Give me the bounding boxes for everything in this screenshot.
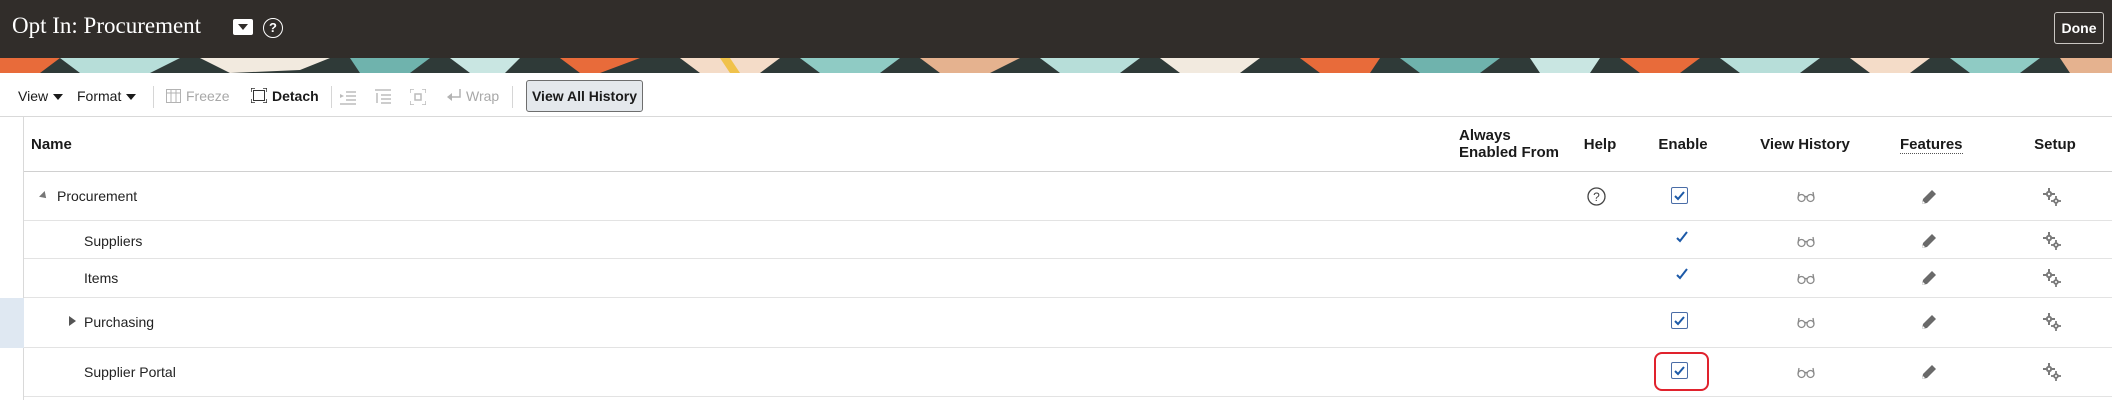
column-header-enable[interactable]: Enable <box>1655 136 1711 153</box>
row-divider <box>24 347 2112 348</box>
row-divider <box>24 220 2112 221</box>
table-toolbar: View Format Freeze Detach Wrap <box>0 80 2112 114</box>
help-icon[interactable]: ? <box>1587 187 1606 210</box>
wrap-label: Wrap <box>466 88 500 104</box>
header-divider <box>24 171 2112 172</box>
row-divider <box>24 396 2112 397</box>
column-header-features[interactable]: Features <box>1900 136 1963 154</box>
done-button[interactable]: Done <box>2054 12 2104 44</box>
edit-pencil-icon[interactable] <box>1920 269 1938 291</box>
view-history-icon[interactable] <box>1797 272 1815 289</box>
opt-in-table: Name Always Enabled From Help Enable Vie… <box>0 116 2112 400</box>
view-history-icon[interactable] <box>1797 316 1815 333</box>
column-header-always-line2: Enabled From <box>1459 144 1560 161</box>
setup-gears-icon[interactable] <box>2043 269 2061 291</box>
row-name: Procurement <box>57 188 138 204</box>
row-name: Supplier Portal <box>84 364 176 380</box>
wrap-button[interactable]: Wrap <box>447 88 499 106</box>
decorative-banner <box>0 58 2112 73</box>
svg-text:?: ? <box>1593 190 1600 204</box>
edit-pencil-icon[interactable] <box>1920 313 1938 335</box>
dropdown-arrow-icon[interactable] <box>233 19 253 35</box>
view-history-icon[interactable] <box>1797 190 1815 207</box>
row-selector-selected[interactable] <box>0 298 24 348</box>
setup-gears-icon[interactable] <box>2043 232 2061 254</box>
edit-pencil-icon[interactable] <box>1920 363 1938 385</box>
column-header-help[interactable]: Help <box>1580 136 1620 153</box>
expand-triangle-icon[interactable] <box>69 316 76 326</box>
enable-checkbox[interactable] <box>1671 312 1688 329</box>
outdent-icon[interactable] <box>375 89 391 109</box>
freeze-button[interactable]: Freeze <box>166 88 230 106</box>
enabled-checkmark-icon <box>1676 267 1688 284</box>
view-menu-label: View <box>18 88 49 104</box>
enabled-checkmark-icon <box>1676 230 1688 247</box>
page-title: Opt In: Procurement <box>12 13 202 38</box>
enable-checkbox[interactable] <box>1671 187 1688 204</box>
edit-pencil-icon[interactable] <box>1920 232 1938 254</box>
setup-gears-icon[interactable] <box>2043 363 2061 385</box>
column-header-always-line1: Always <box>1459 127 1511 144</box>
row-divider <box>24 258 2112 259</box>
row-name: Items <box>84 270 119 286</box>
chevron-down-icon <box>53 94 64 101</box>
column-header-features-label: Features <box>1900 136 1963 154</box>
toolbar-divider <box>331 86 332 108</box>
focus-icon[interactable] <box>409 88 427 109</box>
help-icon[interactable]: ? <box>263 18 283 38</box>
column-header-view-history[interactable]: View History <box>1760 136 1850 153</box>
setup-gears-icon[interactable] <box>2043 188 2061 210</box>
row-name: Suppliers <box>84 233 143 249</box>
view-history-icon[interactable] <box>1797 235 1815 252</box>
freeze-label: Freeze <box>186 88 230 104</box>
column-header-setup[interactable]: Setup <box>2030 136 2080 153</box>
detach-button[interactable]: Detach <box>250 87 319 106</box>
detach-label: Detach <box>272 88 319 104</box>
format-menu-label: Format <box>77 88 122 104</box>
page-header: Opt In: Procurement ? Done <box>0 0 2112 58</box>
column-header-name[interactable]: Name <box>31 136 72 153</box>
view-history-icon[interactable] <box>1797 366 1815 383</box>
setup-gears-icon[interactable] <box>2043 313 2061 335</box>
row-divider <box>24 297 2112 298</box>
toolbar-divider <box>512 86 513 108</box>
view-all-history-button[interactable]: View All History <box>526 80 643 112</box>
indent-icon[interactable] <box>340 89 356 109</box>
chevron-down-icon <box>126 94 137 101</box>
highlight-annotation <box>1654 352 1709 391</box>
column-header-always-enabled-from[interactable]: Always Enabled From <box>1459 127 1559 161</box>
collapse-triangle-icon[interactable] <box>39 191 49 201</box>
toolbar-divider <box>153 86 154 108</box>
detach-icon <box>250 87 268 106</box>
freeze-icon <box>166 89 181 106</box>
wrap-icon <box>447 89 461 106</box>
view-menu[interactable]: View <box>18 88 64 104</box>
row-selector-column <box>0 117 24 400</box>
row-name: Purchasing <box>84 314 155 330</box>
format-menu[interactable]: Format <box>77 88 137 104</box>
edit-pencil-icon[interactable] <box>1920 188 1938 210</box>
